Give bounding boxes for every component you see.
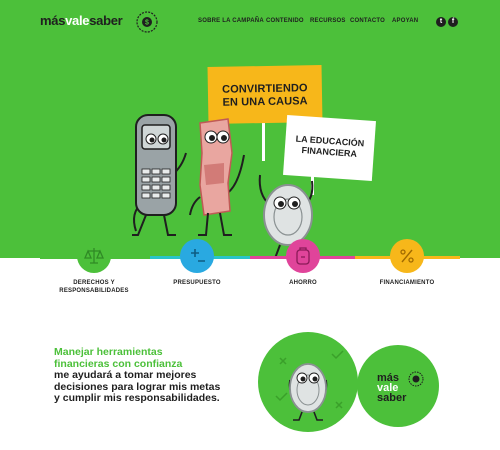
site-header: másvalesaber $ SOBRE LA CAMPAÑA CONTENID…	[0, 0, 500, 45]
category-derechos-label[interactable]: DERECHOS Y RESPONSABILIDADES	[49, 279, 139, 295]
plus-minus-icon	[191, 249, 205, 262]
category-ahorro-button[interactable]	[286, 239, 320, 273]
coin-character-small	[275, 350, 344, 421]
cellphone-character	[132, 114, 187, 236]
percent-icon	[400, 249, 414, 263]
hero-banner: CONVIRTIENDO EN UNA CAUSA LA EDUCACIÓN F…	[0, 45, 500, 258]
brand-badge: más vale saber	[357, 345, 439, 427]
twitter-icon[interactable]: t	[436, 17, 446, 27]
banknote-character	[189, 118, 245, 236]
site-logo[interactable]: másvalesaber	[40, 13, 123, 28]
sign-main-line1: CONVIRTIENDO	[222, 82, 308, 96]
logo-mas: más	[40, 13, 66, 28]
nav-apoyan[interactable]: APOYAN	[392, 18, 418, 24]
category-derechos-button[interactable]	[77, 239, 111, 273]
nav-sobre-la-campana[interactable]: SOBRE LA CAMPAÑA	[198, 18, 264, 24]
nav-contenido[interactable]: CONTENIDO	[266, 18, 304, 24]
category-presupuesto-button[interactable]	[180, 239, 214, 273]
category-financiamiento-label[interactable]: FINANCIAMIENTO	[362, 279, 452, 287]
logo-vale: vale	[65, 13, 90, 28]
coin-illustration-circle	[258, 332, 358, 432]
quote-line1: Manejar herramientas	[54, 346, 163, 358]
brand-badge-saber: saber	[377, 392, 407, 404]
svg-text:$: $	[145, 20, 149, 27]
quote-line3: me ayudará a tomar mejores	[54, 369, 197, 381]
scales-icon	[84, 248, 104, 264]
piggy-bank-icon	[296, 247, 310, 265]
category-financiamiento-button[interactable]	[390, 239, 424, 273]
nav-contacto[interactable]: CONTACTO	[350, 18, 385, 24]
mission-quote: Manejar herramientas financieras con con…	[54, 346, 254, 405]
category-ahorro-label[interactable]: AHORRO	[258, 279, 348, 287]
nav-recursos[interactable]: RECURSOS	[310, 18, 346, 24]
campaign-seal-icon	[408, 371, 424, 387]
brand-badge-text: más vale saber	[377, 373, 407, 404]
campaign-seal-icon: $	[136, 11, 158, 33]
quote-line5: y cumplir mis responsabilidades.	[54, 392, 220, 404]
hero-characters-illustration	[132, 114, 314, 258]
facebook-icon[interactable]: f	[448, 17, 458, 27]
category-presupuesto-label[interactable]: PRESUPUESTO	[152, 279, 242, 287]
logo-saber: saber	[89, 13, 123, 28]
